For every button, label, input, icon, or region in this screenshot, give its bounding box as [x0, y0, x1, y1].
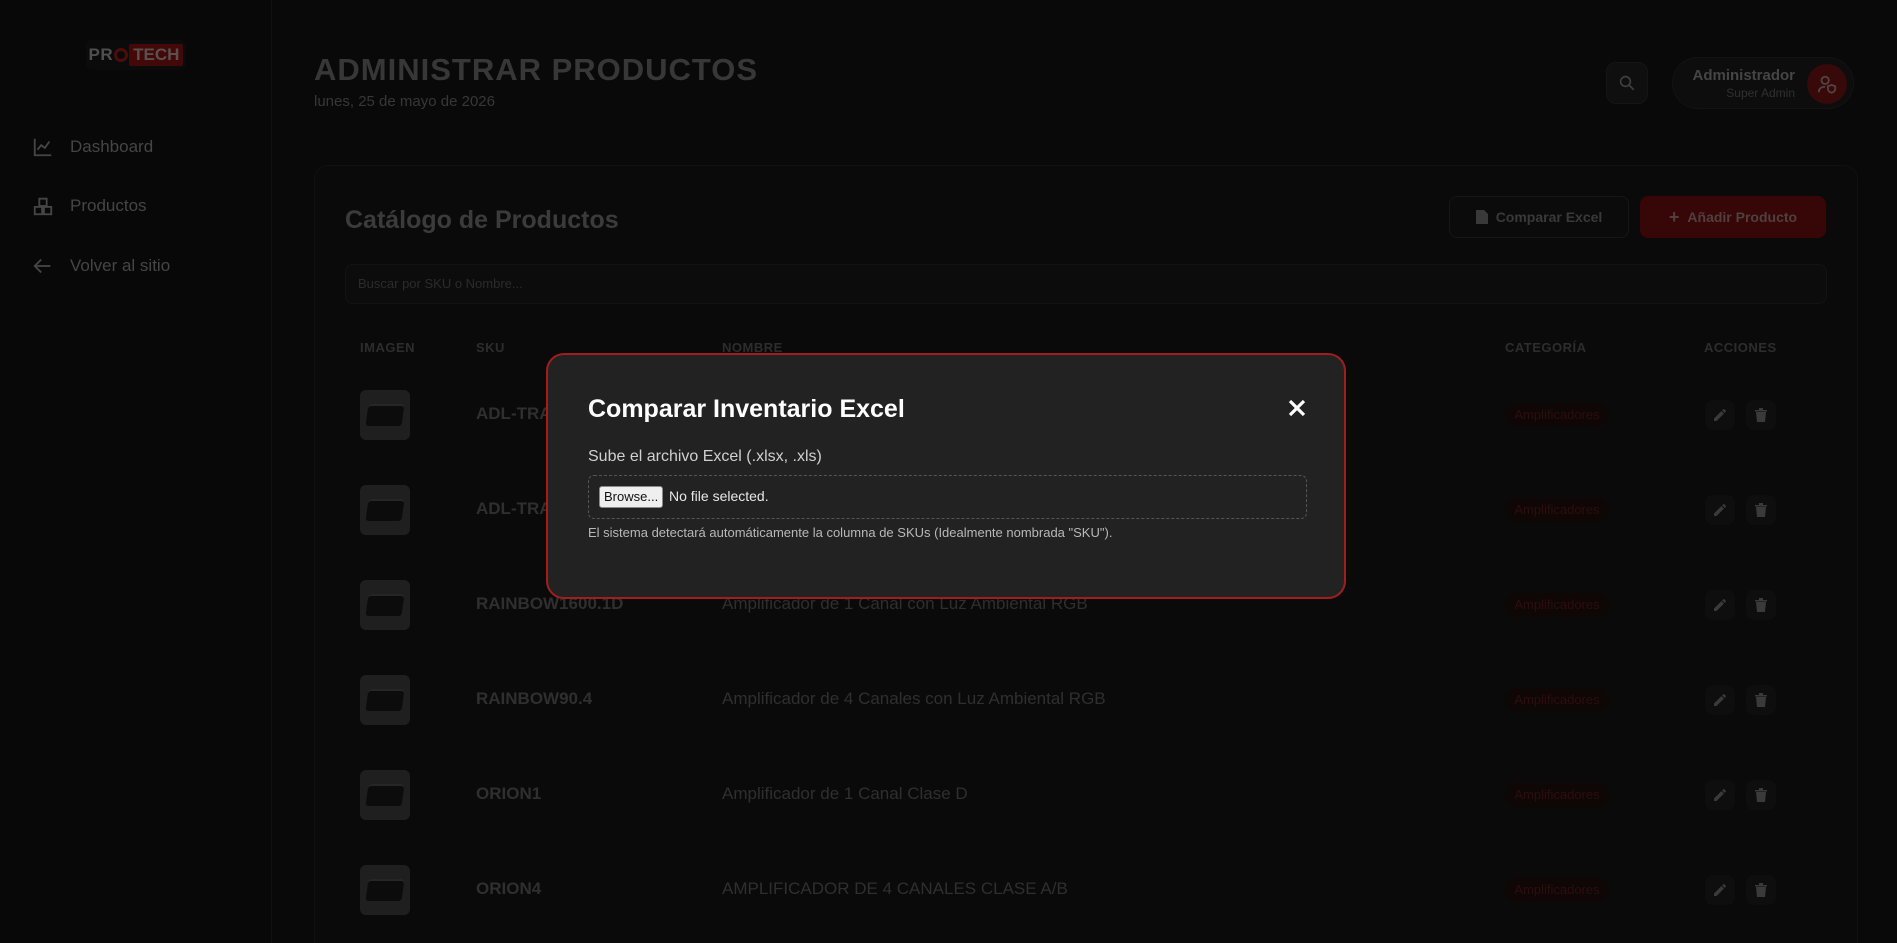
modal-title: Comparar Inventario Excel	[588, 395, 905, 423]
modal-hint: El sistema detectará automáticamente la …	[588, 525, 1113, 540]
file-status: No file selected.	[669, 488, 769, 504]
file-dropzone[interactable]: Browse... No file selected.	[588, 475, 1307, 519]
browse-button[interactable]: Browse...	[599, 486, 664, 508]
admin-app: PR TECH Dashboard Productos Volver al si…	[0, 0, 1897, 943]
close-icon	[1288, 399, 1306, 417]
compare-excel-modal: Comparar Inventario Excel Sube el archiv…	[546, 353, 1346, 599]
file-input-label: Sube el archivo Excel (.xlsx, .xls)	[588, 448, 822, 465]
close-button[interactable]	[1284, 395, 1310, 421]
